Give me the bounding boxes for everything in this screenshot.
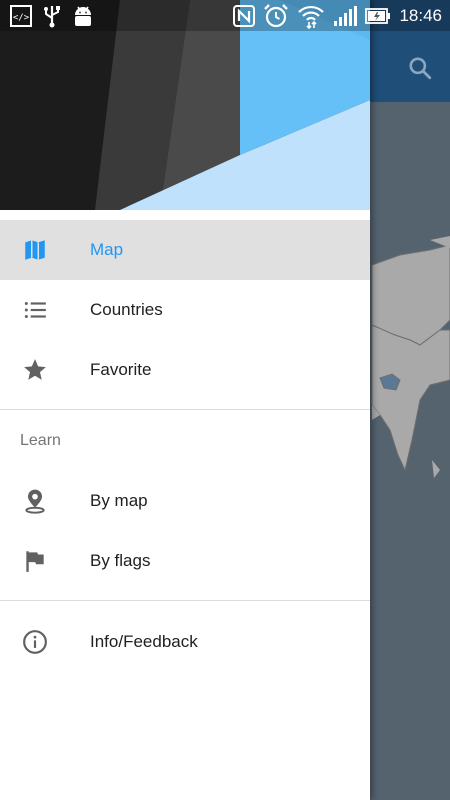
list-icon bbox=[22, 297, 48, 323]
info-icon bbox=[22, 629, 48, 655]
battery-icon bbox=[365, 8, 391, 24]
code-icon: </> bbox=[10, 5, 32, 27]
nav-item-by-flags[interactable]: By flags bbox=[0, 531, 370, 591]
nav-item-countries[interactable]: Countries bbox=[0, 280, 370, 340]
signal-icon bbox=[334, 6, 358, 26]
drawer-header-image bbox=[0, 0, 370, 210]
nav-item-label: By map bbox=[90, 491, 148, 510]
flag-icon bbox=[22, 548, 48, 574]
nav-item-map[interactable]: Map bbox=[0, 220, 370, 280]
nav-item-label: Favorite bbox=[90, 360, 152, 379]
nav-item-label: Info/Feedback bbox=[90, 632, 198, 651]
nav-item-by-map[interactable]: By map bbox=[0, 471, 370, 531]
status-bar: </> 18:46 bbox=[0, 0, 450, 31]
nav-item-label: Countries bbox=[90, 300, 163, 319]
alarm-icon bbox=[264, 4, 289, 28]
status-time: 18:46 bbox=[399, 6, 442, 25]
android-icon bbox=[75, 6, 91, 26]
search-icon bbox=[409, 57, 432, 80]
nav-item-info-feedback[interactable]: Info/Feedback bbox=[0, 612, 370, 672]
divider bbox=[0, 409, 370, 410]
navigation-drawer: Map Countries Favorite Learn By map By f… bbox=[0, 0, 370, 800]
nav-item-label: By flags bbox=[90, 551, 151, 570]
search-button[interactable] bbox=[402, 50, 438, 86]
wifi-icon bbox=[298, 5, 325, 29]
map-icon bbox=[22, 237, 48, 263]
nfc-icon bbox=[233, 5, 256, 27]
star-icon bbox=[22, 357, 48, 383]
location-pin-icon bbox=[22, 488, 48, 514]
svg-text:</>: </> bbox=[13, 13, 30, 23]
section-title-learn: Learn bbox=[20, 432, 61, 449]
nav-item-label: Map bbox=[90, 240, 124, 259]
nav-item-favorite[interactable]: Favorite bbox=[0, 340, 370, 400]
usb-icon bbox=[44, 6, 60, 28]
divider bbox=[0, 600, 370, 601]
